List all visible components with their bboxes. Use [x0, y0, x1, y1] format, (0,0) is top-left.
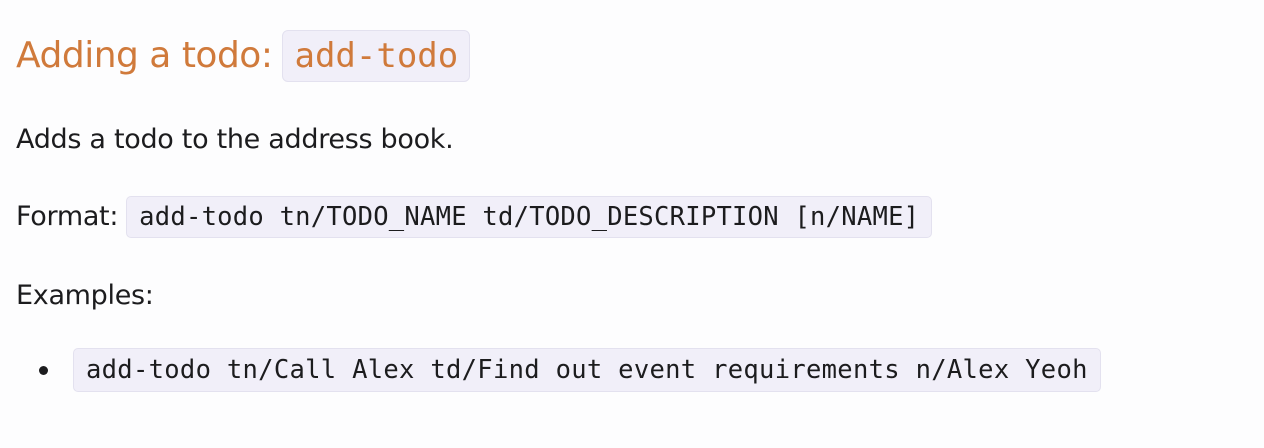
- command-name-code: add-todo: [282, 30, 471, 82]
- command-description: Adds a todo to the address book.: [16, 124, 454, 155]
- examples-list: add-todo tn/Call Alex td/Find out event …: [0, 348, 1101, 392]
- example-item: add-todo tn/Call Alex td/Find out event …: [0, 348, 1101, 392]
- format-syntax-code: add-todo tn/TODO_NAME td/TODO_DESCRIPTIO…: [126, 196, 933, 238]
- examples-label: Examples:: [16, 280, 154, 311]
- section-heading: Adding a todo: add-todo: [16, 28, 471, 84]
- format-line: Format: add-todo tn/TODO_NAME td/TODO_DE…: [16, 196, 933, 238]
- format-label: Format:: [16, 201, 119, 232]
- document-section: Adding a todo: add-todo Adds a todo to t…: [0, 0, 1264, 448]
- bullet-icon: [39, 366, 48, 375]
- example-code: add-todo tn/Call Alex td/Find out event …: [73, 348, 1101, 392]
- section-title: Adding a todo:: [16, 35, 273, 76]
